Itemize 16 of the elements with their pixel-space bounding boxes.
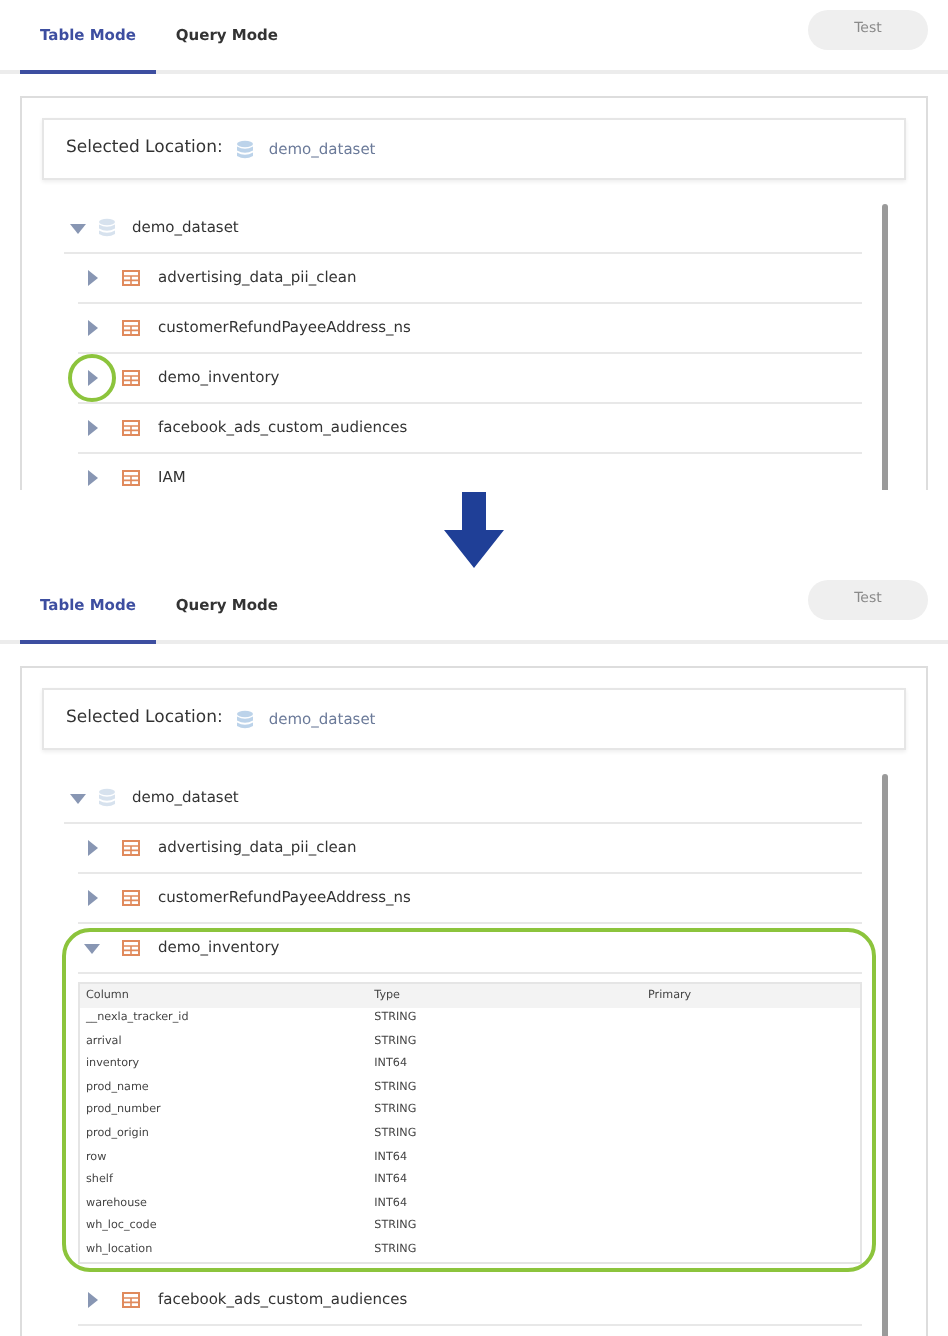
database-icon bbox=[98, 218, 116, 238]
table-icon bbox=[122, 1291, 140, 1308]
location-label: Selected Location: bbox=[66, 706, 223, 732]
table-icon bbox=[122, 420, 140, 436]
table-icon bbox=[122, 370, 140, 386]
table-icon bbox=[122, 840, 140, 856]
location-label: Selected Location: bbox=[66, 136, 223, 162]
database-icon bbox=[236, 139, 255, 159]
table-icon bbox=[122, 940, 140, 956]
table-icon bbox=[122, 470, 140, 486]
table-icon bbox=[122, 270, 140, 286]
database-icon bbox=[98, 788, 116, 808]
table-icon bbox=[122, 890, 140, 906]
database-icon bbox=[236, 709, 255, 729]
arrow-down-icon bbox=[444, 492, 504, 568]
table-icon bbox=[122, 320, 140, 336]
